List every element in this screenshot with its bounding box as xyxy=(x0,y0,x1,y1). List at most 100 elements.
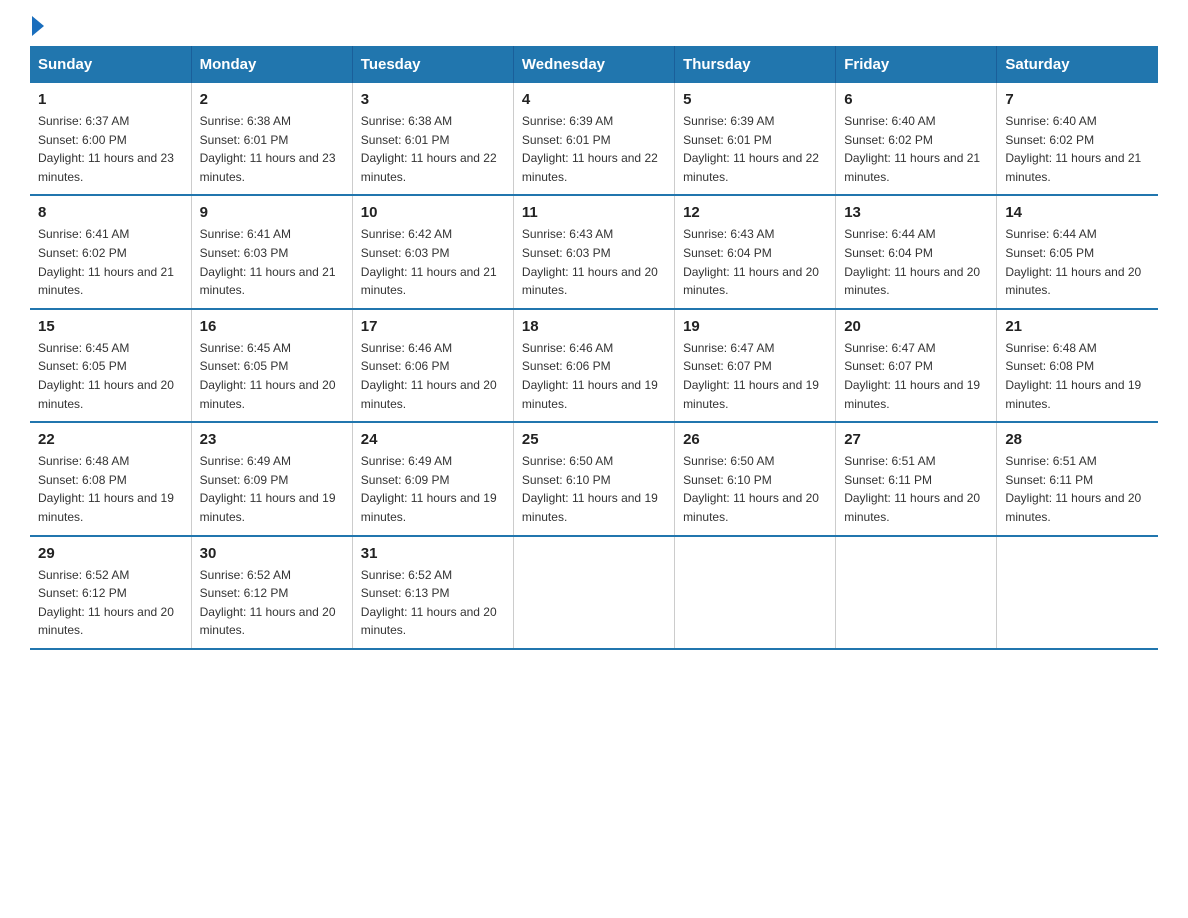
day-info: Sunrise: 6:44 AM Sunset: 6:05 PM Dayligh… xyxy=(1005,225,1150,299)
calendar-cell: 9 Sunrise: 6:41 AM Sunset: 6:03 PM Dayli… xyxy=(191,195,352,308)
day-number: 2 xyxy=(200,91,344,108)
calendar-cell: 2 Sunrise: 6:38 AM Sunset: 6:01 PM Dayli… xyxy=(191,83,352,195)
day-info: Sunrise: 6:49 AM Sunset: 6:09 PM Dayligh… xyxy=(200,452,344,526)
day-number: 29 xyxy=(38,545,183,562)
day-info: Sunrise: 6:47 AM Sunset: 6:07 PM Dayligh… xyxy=(683,339,827,413)
day-info: Sunrise: 6:43 AM Sunset: 6:03 PM Dayligh… xyxy=(522,225,666,299)
day-info: Sunrise: 6:38 AM Sunset: 6:01 PM Dayligh… xyxy=(200,112,344,186)
calendar-cell: 21 Sunrise: 6:48 AM Sunset: 6:08 PM Dayl… xyxy=(997,309,1158,422)
day-number: 13 xyxy=(844,204,988,221)
calendar-week-row: 1 Sunrise: 6:37 AM Sunset: 6:00 PM Dayli… xyxy=(30,83,1158,195)
day-number: 25 xyxy=(522,431,666,448)
day-info: Sunrise: 6:51 AM Sunset: 6:11 PM Dayligh… xyxy=(1005,452,1150,526)
calendar-cell: 27 Sunrise: 6:51 AM Sunset: 6:11 PM Dayl… xyxy=(836,422,997,535)
day-info: Sunrise: 6:52 AM Sunset: 6:13 PM Dayligh… xyxy=(361,566,505,640)
calendar-cell: 1 Sunrise: 6:37 AM Sunset: 6:00 PM Dayli… xyxy=(30,83,191,195)
calendar-cell: 31 Sunrise: 6:52 AM Sunset: 6:13 PM Dayl… xyxy=(352,536,513,649)
day-info: Sunrise: 6:37 AM Sunset: 6:00 PM Dayligh… xyxy=(38,112,183,186)
calendar-header-monday: Monday xyxy=(191,46,352,83)
day-info: Sunrise: 6:49 AM Sunset: 6:09 PM Dayligh… xyxy=(361,452,505,526)
day-info: Sunrise: 6:50 AM Sunset: 6:10 PM Dayligh… xyxy=(683,452,827,526)
calendar-header-tuesday: Tuesday xyxy=(352,46,513,83)
calendar-cell: 17 Sunrise: 6:46 AM Sunset: 6:06 PM Dayl… xyxy=(352,309,513,422)
calendar-cell: 12 Sunrise: 6:43 AM Sunset: 6:04 PM Dayl… xyxy=(675,195,836,308)
logo-arrow-icon xyxy=(32,16,44,36)
calendar-cell: 24 Sunrise: 6:49 AM Sunset: 6:09 PM Dayl… xyxy=(352,422,513,535)
day-info: Sunrise: 6:38 AM Sunset: 6:01 PM Dayligh… xyxy=(361,112,505,186)
calendar-cell: 18 Sunrise: 6:46 AM Sunset: 6:06 PM Dayl… xyxy=(513,309,674,422)
day-number: 5 xyxy=(683,91,827,108)
logo xyxy=(30,20,44,36)
day-info: Sunrise: 6:39 AM Sunset: 6:01 PM Dayligh… xyxy=(522,112,666,186)
day-number: 26 xyxy=(683,431,827,448)
calendar-table: SundayMondayTuesdayWednesdayThursdayFrid… xyxy=(30,46,1158,650)
calendar-cell: 28 Sunrise: 6:51 AM Sunset: 6:11 PM Dayl… xyxy=(997,422,1158,535)
page-header xyxy=(30,20,1158,36)
calendar-cell: 8 Sunrise: 6:41 AM Sunset: 6:02 PM Dayli… xyxy=(30,195,191,308)
calendar-week-row: 29 Sunrise: 6:52 AM Sunset: 6:12 PM Dayl… xyxy=(30,536,1158,649)
day-info: Sunrise: 6:41 AM Sunset: 6:03 PM Dayligh… xyxy=(200,225,344,299)
day-number: 22 xyxy=(38,431,183,448)
calendar-cell: 15 Sunrise: 6:45 AM Sunset: 6:05 PM Dayl… xyxy=(30,309,191,422)
day-info: Sunrise: 6:46 AM Sunset: 6:06 PM Dayligh… xyxy=(361,339,505,413)
day-info: Sunrise: 6:45 AM Sunset: 6:05 PM Dayligh… xyxy=(38,339,183,413)
day-number: 3 xyxy=(361,91,505,108)
calendar-cell: 6 Sunrise: 6:40 AM Sunset: 6:02 PM Dayli… xyxy=(836,83,997,195)
day-number: 27 xyxy=(844,431,988,448)
day-info: Sunrise: 6:44 AM Sunset: 6:04 PM Dayligh… xyxy=(844,225,988,299)
calendar-header-wednesday: Wednesday xyxy=(513,46,674,83)
calendar-cell xyxy=(675,536,836,649)
day-number: 10 xyxy=(361,204,505,221)
calendar-cell xyxy=(836,536,997,649)
day-number: 20 xyxy=(844,318,988,335)
calendar-cell: 20 Sunrise: 6:47 AM Sunset: 6:07 PM Dayl… xyxy=(836,309,997,422)
calendar-cell: 23 Sunrise: 6:49 AM Sunset: 6:09 PM Dayl… xyxy=(191,422,352,535)
day-info: Sunrise: 6:52 AM Sunset: 6:12 PM Dayligh… xyxy=(38,566,183,640)
day-number: 18 xyxy=(522,318,666,335)
day-number: 14 xyxy=(1005,204,1150,221)
calendar-cell: 16 Sunrise: 6:45 AM Sunset: 6:05 PM Dayl… xyxy=(191,309,352,422)
calendar-week-row: 22 Sunrise: 6:48 AM Sunset: 6:08 PM Dayl… xyxy=(30,422,1158,535)
day-number: 7 xyxy=(1005,91,1150,108)
day-number: 8 xyxy=(38,204,183,221)
calendar-header-row: SundayMondayTuesdayWednesdayThursdayFrid… xyxy=(30,46,1158,83)
day-number: 15 xyxy=(38,318,183,335)
day-number: 30 xyxy=(200,545,344,562)
day-info: Sunrise: 6:50 AM Sunset: 6:10 PM Dayligh… xyxy=(522,452,666,526)
calendar-cell: 30 Sunrise: 6:52 AM Sunset: 6:12 PM Dayl… xyxy=(191,536,352,649)
day-info: Sunrise: 6:48 AM Sunset: 6:08 PM Dayligh… xyxy=(1005,339,1150,413)
day-info: Sunrise: 6:40 AM Sunset: 6:02 PM Dayligh… xyxy=(844,112,988,186)
calendar-week-row: 8 Sunrise: 6:41 AM Sunset: 6:02 PM Dayli… xyxy=(30,195,1158,308)
calendar-cell: 7 Sunrise: 6:40 AM Sunset: 6:02 PM Dayli… xyxy=(997,83,1158,195)
day-info: Sunrise: 6:39 AM Sunset: 6:01 PM Dayligh… xyxy=(683,112,827,186)
calendar-cell: 10 Sunrise: 6:42 AM Sunset: 6:03 PM Dayl… xyxy=(352,195,513,308)
day-info: Sunrise: 6:48 AM Sunset: 6:08 PM Dayligh… xyxy=(38,452,183,526)
calendar-cell: 13 Sunrise: 6:44 AM Sunset: 6:04 PM Dayl… xyxy=(836,195,997,308)
day-number: 1 xyxy=(38,91,183,108)
day-info: Sunrise: 6:51 AM Sunset: 6:11 PM Dayligh… xyxy=(844,452,988,526)
day-number: 9 xyxy=(200,204,344,221)
calendar-cell: 25 Sunrise: 6:50 AM Sunset: 6:10 PM Dayl… xyxy=(513,422,674,535)
calendar-cell: 3 Sunrise: 6:38 AM Sunset: 6:01 PM Dayli… xyxy=(352,83,513,195)
day-info: Sunrise: 6:45 AM Sunset: 6:05 PM Dayligh… xyxy=(200,339,344,413)
day-number: 11 xyxy=(522,204,666,221)
calendar-header-saturday: Saturday xyxy=(997,46,1158,83)
day-number: 6 xyxy=(844,91,988,108)
day-info: Sunrise: 6:43 AM Sunset: 6:04 PM Dayligh… xyxy=(683,225,827,299)
day-number: 28 xyxy=(1005,431,1150,448)
day-number: 31 xyxy=(361,545,505,562)
day-info: Sunrise: 6:46 AM Sunset: 6:06 PM Dayligh… xyxy=(522,339,666,413)
day-info: Sunrise: 6:40 AM Sunset: 6:02 PM Dayligh… xyxy=(1005,112,1150,186)
day-number: 12 xyxy=(683,204,827,221)
calendar-header-sunday: Sunday xyxy=(30,46,191,83)
day-number: 23 xyxy=(200,431,344,448)
day-number: 19 xyxy=(683,318,827,335)
day-number: 24 xyxy=(361,431,505,448)
calendar-cell: 29 Sunrise: 6:52 AM Sunset: 6:12 PM Dayl… xyxy=(30,536,191,649)
day-info: Sunrise: 6:52 AM Sunset: 6:12 PM Dayligh… xyxy=(200,566,344,640)
calendar-cell: 22 Sunrise: 6:48 AM Sunset: 6:08 PM Dayl… xyxy=(30,422,191,535)
calendar-cell: 19 Sunrise: 6:47 AM Sunset: 6:07 PM Dayl… xyxy=(675,309,836,422)
calendar-cell: 14 Sunrise: 6:44 AM Sunset: 6:05 PM Dayl… xyxy=(997,195,1158,308)
calendar-cell: 11 Sunrise: 6:43 AM Sunset: 6:03 PM Dayl… xyxy=(513,195,674,308)
calendar-header-friday: Friday xyxy=(836,46,997,83)
